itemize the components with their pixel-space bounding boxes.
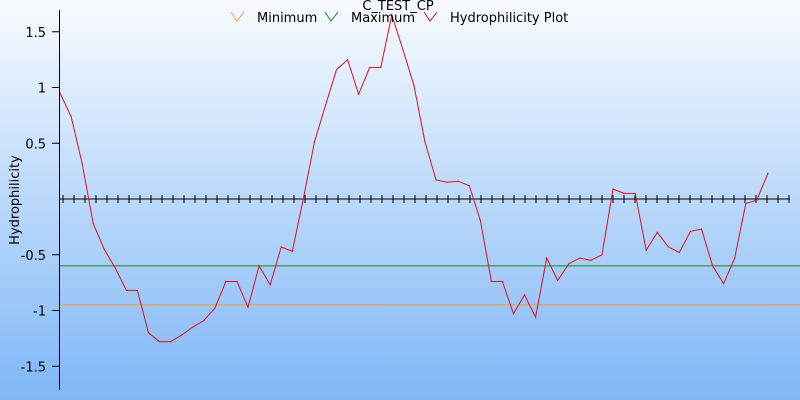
data-point xyxy=(446,181,448,183)
data-point xyxy=(81,162,83,164)
data-point xyxy=(269,284,271,286)
y-tick-label: 0.5 xyxy=(25,137,46,152)
y-tick-label: -1 xyxy=(33,305,46,320)
data-point xyxy=(291,250,293,252)
data-point xyxy=(468,185,470,187)
data-point xyxy=(302,198,304,200)
data-point xyxy=(457,180,459,182)
minimum-legend-label: Minimum xyxy=(257,11,317,26)
data-point xyxy=(369,66,371,68)
data-point xyxy=(158,341,161,343)
hydrophilicity-plot-legend-label: Hydrophilicity Plot xyxy=(450,11,568,26)
data-point xyxy=(712,265,714,267)
data-point xyxy=(424,141,426,143)
data-point xyxy=(125,289,127,291)
data-point xyxy=(601,254,603,256)
data-point xyxy=(512,313,515,315)
data-point xyxy=(656,231,658,233)
data-point xyxy=(247,306,249,308)
data-point xyxy=(358,93,360,95)
data-point xyxy=(590,259,592,261)
data-point xyxy=(579,257,581,259)
maximum-legend-label: Maximum xyxy=(351,11,415,26)
y-tick-label: -1.5 xyxy=(21,360,46,375)
data-point xyxy=(347,59,349,61)
data-point xyxy=(667,246,669,248)
data-point xyxy=(501,280,503,283)
data-point xyxy=(689,230,692,232)
data-point xyxy=(490,280,492,283)
y-tick-label: 1.5 xyxy=(25,26,46,41)
data-point xyxy=(103,248,105,250)
data-point xyxy=(335,69,338,71)
data-point xyxy=(734,257,736,259)
y-tick-label: -0.5 xyxy=(21,249,46,264)
data-point xyxy=(612,188,614,190)
data-point xyxy=(258,265,260,267)
y-tick-label: 1 xyxy=(38,82,46,97)
data-point xyxy=(324,104,327,106)
data-point xyxy=(623,192,625,194)
data-point xyxy=(225,280,227,283)
data-point xyxy=(114,267,116,269)
data-point xyxy=(634,192,636,194)
data-point xyxy=(70,115,72,118)
data-point xyxy=(214,307,216,309)
data-point xyxy=(479,219,481,221)
data-point xyxy=(402,49,404,51)
chart-background xyxy=(0,0,800,400)
data-point xyxy=(678,251,681,254)
data-point xyxy=(181,334,183,336)
data-point xyxy=(523,294,526,296)
legend: Minimum Maximum Hydrophilicity Plot xyxy=(230,11,568,26)
hydrophilicity-chart: 1.510.5-0.5-1-1.5 Hydrophilicity C_TEST_… xyxy=(0,0,800,400)
data-point xyxy=(92,222,94,225)
data-point xyxy=(136,289,138,291)
data-point xyxy=(700,228,703,230)
data-point xyxy=(192,326,194,328)
data-point xyxy=(535,316,537,318)
data-point xyxy=(767,172,769,174)
data-point xyxy=(645,249,647,251)
data-point xyxy=(435,179,437,181)
data-point xyxy=(413,84,415,86)
data-point xyxy=(147,332,150,334)
data-point xyxy=(557,279,559,281)
data-point xyxy=(203,319,205,322)
data-point xyxy=(745,202,747,205)
data-point xyxy=(313,141,315,143)
data-point xyxy=(280,246,282,248)
data-point xyxy=(236,280,238,283)
data-point xyxy=(568,263,570,265)
data-point xyxy=(170,341,172,343)
data-point xyxy=(546,257,548,259)
y-axis-label: Hydrophilicity xyxy=(8,155,23,245)
data-point xyxy=(380,66,382,68)
data-point xyxy=(723,283,725,285)
data-point xyxy=(756,199,758,201)
